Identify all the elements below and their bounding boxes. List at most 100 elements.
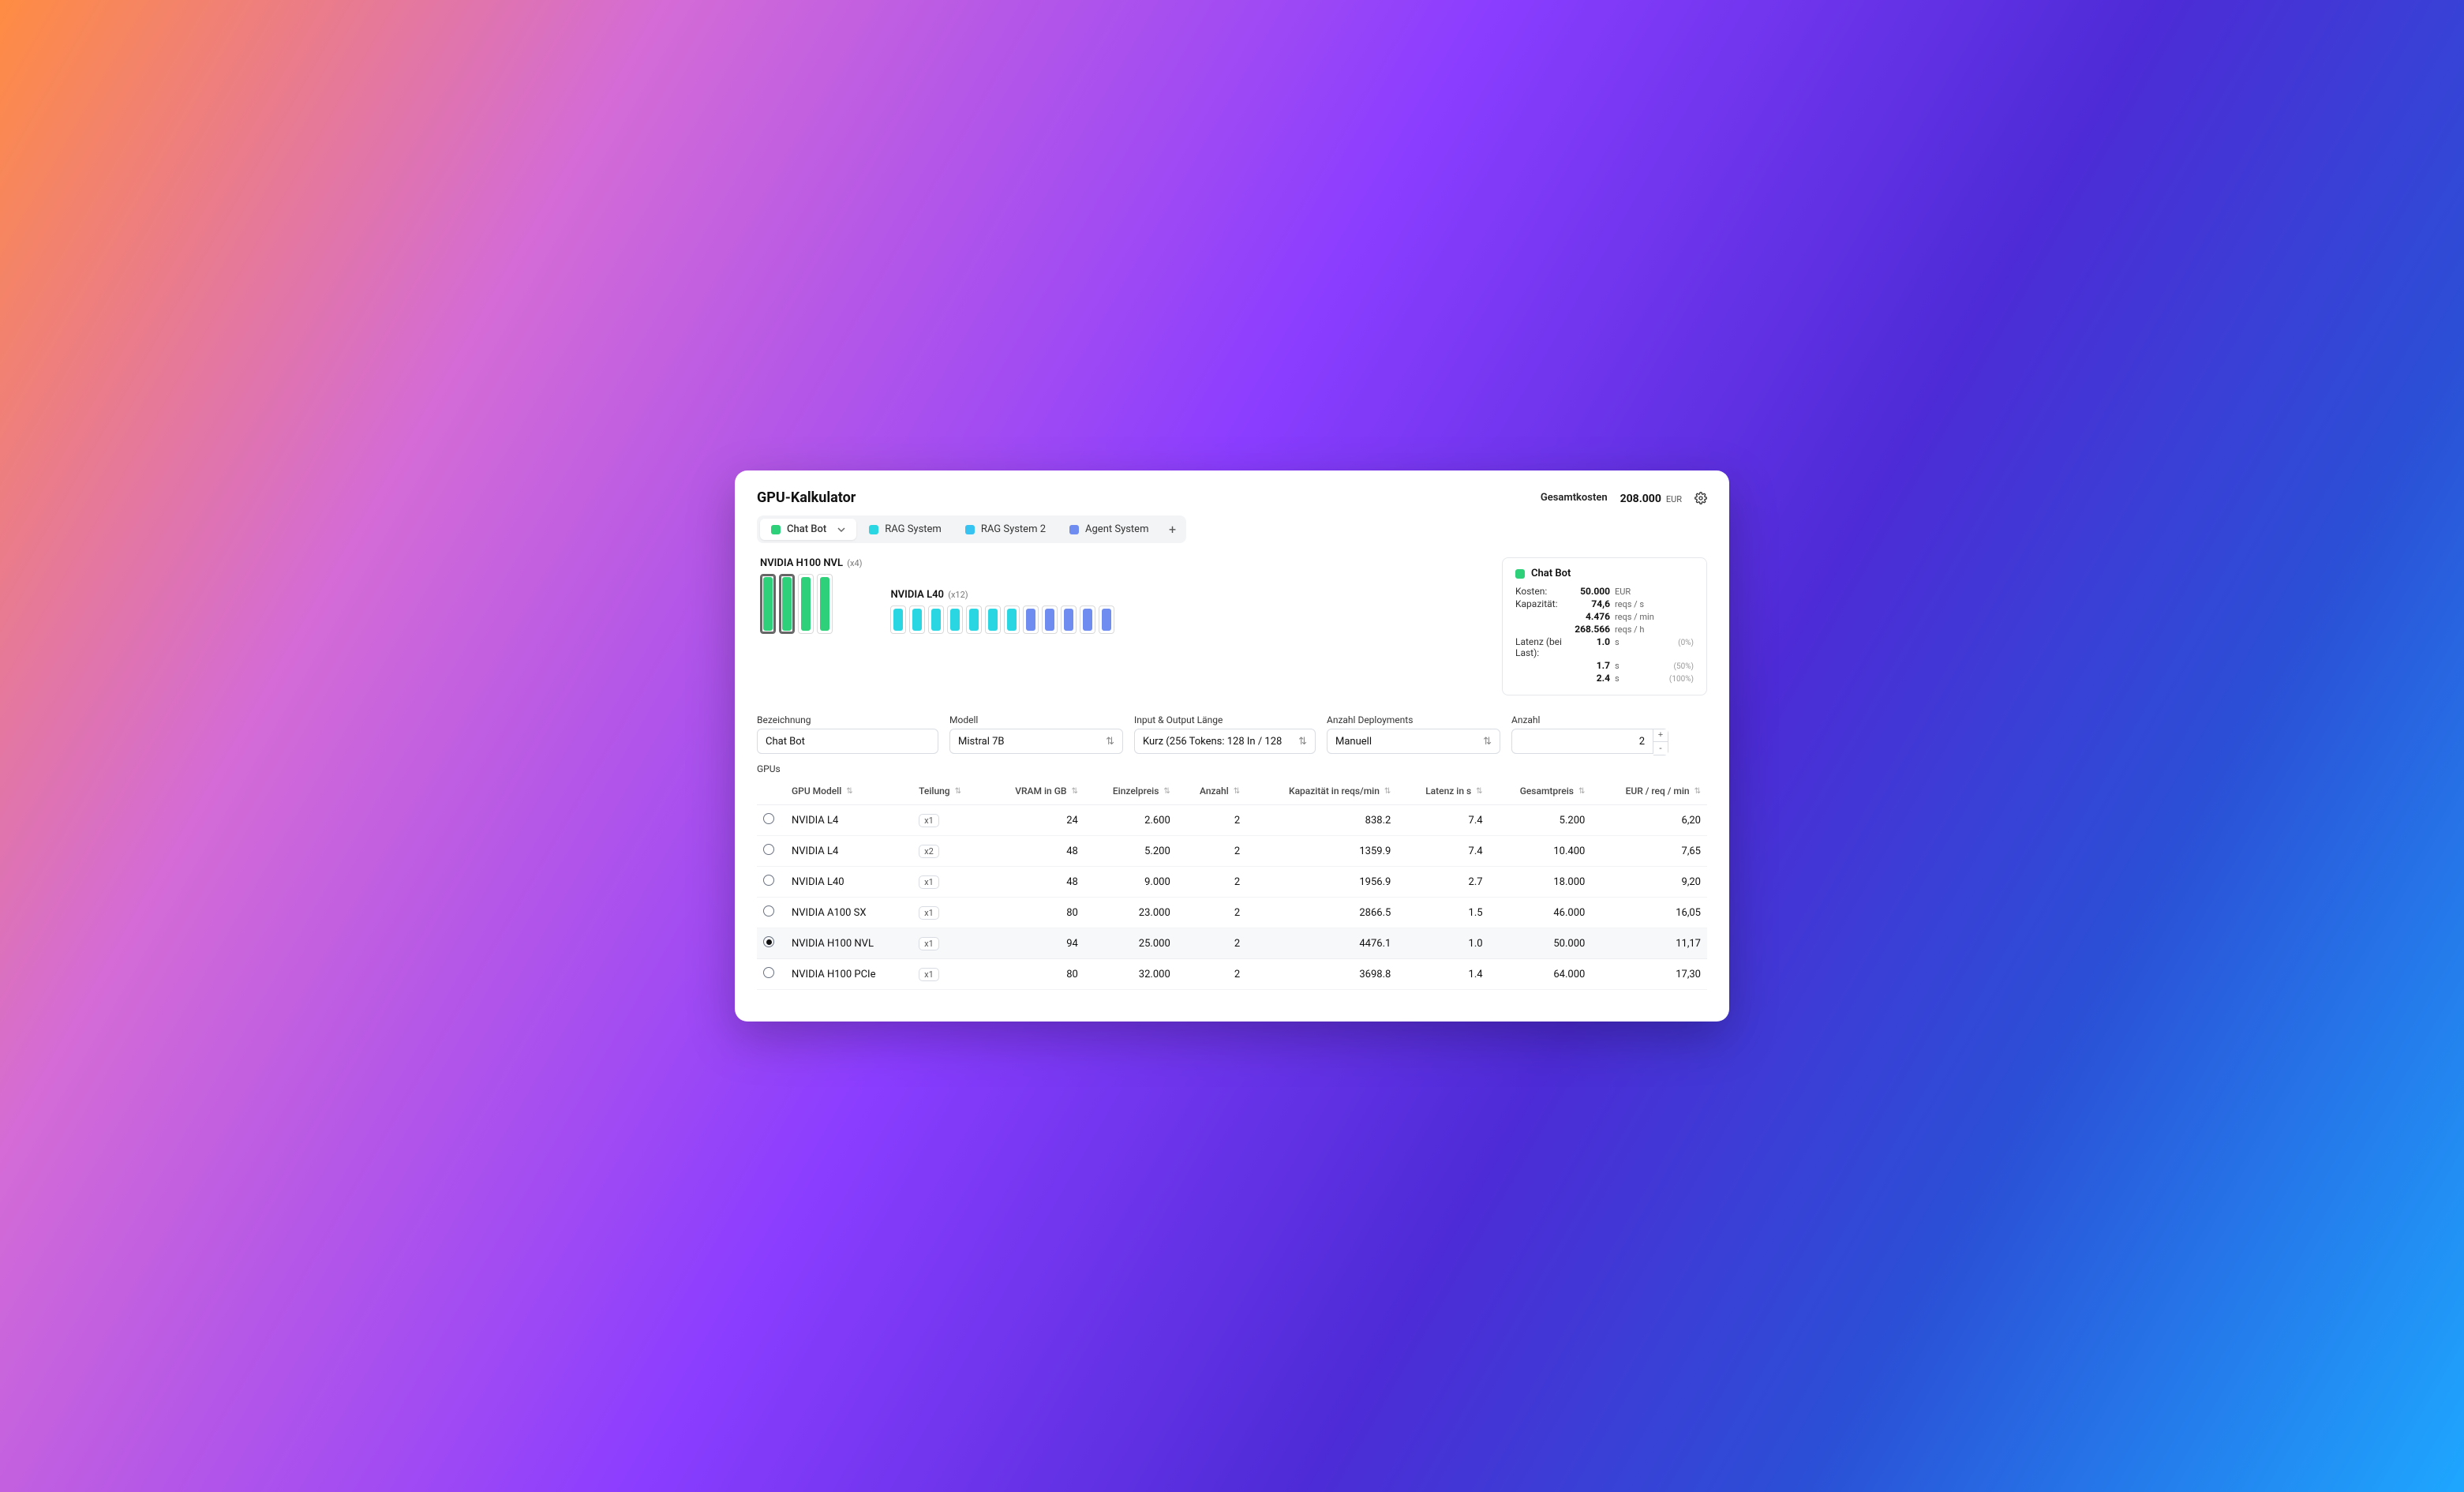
cell-anzahl: 2 bbox=[1177, 928, 1246, 959]
table-row[interactable]: NVIDIA L40x1489.00021956.92.718.0009,20 bbox=[757, 867, 1707, 898]
swatch-icon bbox=[771, 525, 781, 534]
cell-capacity: 1359.9 bbox=[1246, 836, 1397, 867]
swatch-icon bbox=[965, 525, 975, 534]
stepper-down-button[interactable]: - bbox=[1653, 742, 1668, 755]
cell-total: 46.000 bbox=[1489, 898, 1592, 928]
cell-anzahl: 2 bbox=[1177, 836, 1246, 867]
settings-icon[interactable] bbox=[1694, 492, 1707, 504]
teilung-chip: x1 bbox=[919, 906, 939, 920]
gpu-bar bbox=[798, 574, 814, 634]
field-label: Bezeichnung bbox=[757, 714, 938, 725]
total-cost: 208.000 EUR bbox=[1620, 490, 1682, 505]
io-length-select[interactable]: Kurz (256 Tokens: 128 In / 128 Ou ⇅ bbox=[1134, 729, 1316, 754]
tab-rag-system-2[interactable]: RAG System 2 bbox=[954, 519, 1057, 540]
cell-vram: 48 bbox=[985, 836, 1084, 867]
col-teilung[interactable]: Teilung⇅ bbox=[912, 778, 985, 805]
tab-chat-bot[interactable]: Chat Bot bbox=[760, 519, 856, 540]
stepper-up-button[interactable]: + bbox=[1653, 729, 1668, 742]
stat-cap-2: 268.566 reqs / h bbox=[1515, 624, 1694, 635]
col-capacity[interactable]: Kapazität in reqs/min⇅ bbox=[1246, 778, 1397, 805]
sort-icon: ⇅ bbox=[1234, 787, 1240, 796]
table-row[interactable]: NVIDIA A100 SXx18023.00022866.51.546.000… bbox=[757, 898, 1707, 928]
modell-select[interactable]: Mistral 7B ⇅ bbox=[949, 729, 1123, 754]
config-form: Bezeichnung Chat Bot Modell Mistral 7B ⇅… bbox=[757, 714, 1707, 755]
field-io-length: Input & Output Länge Kurz (256 Tokens: 1… bbox=[1134, 714, 1316, 755]
table-row[interactable]: NVIDIA H100 NVLx19425.00024476.11.050.00… bbox=[757, 928, 1707, 959]
add-tab-button[interactable]: + bbox=[1161, 522, 1183, 537]
table-row[interactable]: NVIDIA L4x2485.20021359.97.410.4007,65 bbox=[757, 836, 1707, 867]
tab-label: RAG System bbox=[885, 523, 942, 535]
gpu-calculator-card: GPU-Kalkulator Gesamtkosten 208.000 EUR … bbox=[735, 470, 1729, 1022]
field-anzahl: Anzahl 2 + - bbox=[1511, 714, 1707, 755]
row-radio[interactable] bbox=[763, 905, 774, 917]
cell-latency: 2.7 bbox=[1397, 867, 1489, 898]
cell-anzahl: 2 bbox=[1177, 959, 1246, 990]
gpu-bar bbox=[1080, 605, 1095, 634]
cell-einzelpreis: 9.000 bbox=[1084, 867, 1177, 898]
cell-capacity: 3698.8 bbox=[1246, 959, 1397, 990]
header-right: Gesamtkosten 208.000 EUR bbox=[1541, 490, 1707, 505]
cell-vram: 80 bbox=[985, 959, 1084, 990]
col-einzelpreis[interactable]: Einzelpreis⇅ bbox=[1084, 778, 1177, 805]
cell-vram: 24 bbox=[985, 805, 1084, 836]
gpu-bar bbox=[947, 605, 963, 634]
col-eur-per-req[interactable]: EUR / req / min⇅ bbox=[1591, 778, 1707, 805]
row-radio[interactable] bbox=[763, 813, 774, 824]
row-radio[interactable] bbox=[763, 875, 774, 886]
viz-bars bbox=[760, 574, 862, 634]
stat-cap-1: 4.476 reqs / min bbox=[1515, 611, 1694, 622]
sort-icon: ⇅ bbox=[1071, 787, 1077, 796]
cell-eur-per-req: 11,17 bbox=[1591, 928, 1707, 959]
cell-einzelpreis: 2.600 bbox=[1084, 805, 1177, 836]
select-chevron-icon: ⇅ bbox=[1298, 736, 1307, 748]
cell-teilung: x2 bbox=[912, 836, 985, 867]
row-radio[interactable] bbox=[763, 936, 774, 947]
viz-group-h100: NVIDIA H100 NVL (x4) bbox=[760, 557, 862, 634]
tab-agent-system[interactable]: Agent System bbox=[1058, 519, 1159, 540]
col-anzahl[interactable]: Anzahl⇅ bbox=[1177, 778, 1246, 805]
tabs: Chat Bot RAG System RAG System 2 Agent S… bbox=[757, 515, 1186, 543]
overview-row: NVIDIA H100 NVL (x4) NVIDIA L40 (x12) bbox=[757, 557, 1707, 695]
field-label: Anzahl Deployments bbox=[1327, 714, 1500, 725]
cell-einzelpreis: 25.000 bbox=[1084, 928, 1177, 959]
cell-eur-per-req: 7,65 bbox=[1591, 836, 1707, 867]
row-radio[interactable] bbox=[763, 844, 774, 855]
gpu-bar bbox=[928, 605, 944, 634]
cell-total: 18.000 bbox=[1489, 867, 1592, 898]
gpu-bar bbox=[1099, 605, 1114, 634]
viz-group-l40: NVIDIA L40 (x12) bbox=[890, 589, 1114, 634]
field-bezeichnung: Bezeichnung Chat Bot bbox=[757, 714, 938, 755]
field-modell: Modell Mistral 7B ⇅ bbox=[949, 714, 1123, 755]
col-latency[interactable]: Latenz in s⇅ bbox=[1397, 778, 1489, 805]
total-cost-currency: EUR bbox=[1666, 494, 1682, 504]
sort-icon: ⇅ bbox=[1578, 787, 1585, 796]
gpu-bar bbox=[1042, 605, 1058, 634]
cell-model: NVIDIA L4 bbox=[785, 836, 912, 867]
col-model[interactable]: GPU Modell⇅ bbox=[785, 778, 912, 805]
table-row[interactable]: NVIDIA H100 PCIex18032.00023698.81.464.0… bbox=[757, 959, 1707, 990]
cell-latency: 7.4 bbox=[1397, 805, 1489, 836]
gpu-bar bbox=[966, 605, 982, 634]
cell-model: NVIDIA H100 PCIe bbox=[785, 959, 912, 990]
sort-icon: ⇅ bbox=[1163, 787, 1170, 796]
cell-vram: 80 bbox=[985, 898, 1084, 928]
cell-latency: 1.4 bbox=[1397, 959, 1489, 990]
deployments-select[interactable]: Manuell ⇅ bbox=[1327, 729, 1500, 754]
col-vram[interactable]: VRAM in GB⇅ bbox=[985, 778, 1084, 805]
tab-rag-system[interactable]: RAG System bbox=[858, 519, 953, 540]
gpu-bar bbox=[890, 605, 906, 634]
cell-einzelpreis: 5.200 bbox=[1084, 836, 1177, 867]
viz-group-label: NVIDIA L40 (x12) bbox=[890, 589, 1114, 601]
cell-capacity: 2866.5 bbox=[1246, 898, 1397, 928]
cell-model: NVIDIA L4 bbox=[785, 805, 912, 836]
table-row[interactable]: NVIDIA L4x1242.6002838.27.45.2006,20 bbox=[757, 805, 1707, 836]
row-radio[interactable] bbox=[763, 967, 774, 978]
col-total[interactable]: Gesamtpreis⇅ bbox=[1489, 778, 1592, 805]
bezeichnung-input[interactable]: Chat Bot bbox=[757, 729, 938, 754]
gpu-bar bbox=[760, 574, 776, 634]
sort-icon: ⇅ bbox=[1694, 787, 1701, 796]
anzahl-input[interactable]: 2 bbox=[1511, 729, 1653, 754]
stat-lat-2: 2.4 s (100%) bbox=[1515, 673, 1694, 684]
sort-icon: ⇅ bbox=[1384, 787, 1391, 796]
viz-group-label: NVIDIA H100 NVL (x4) bbox=[760, 557, 862, 569]
